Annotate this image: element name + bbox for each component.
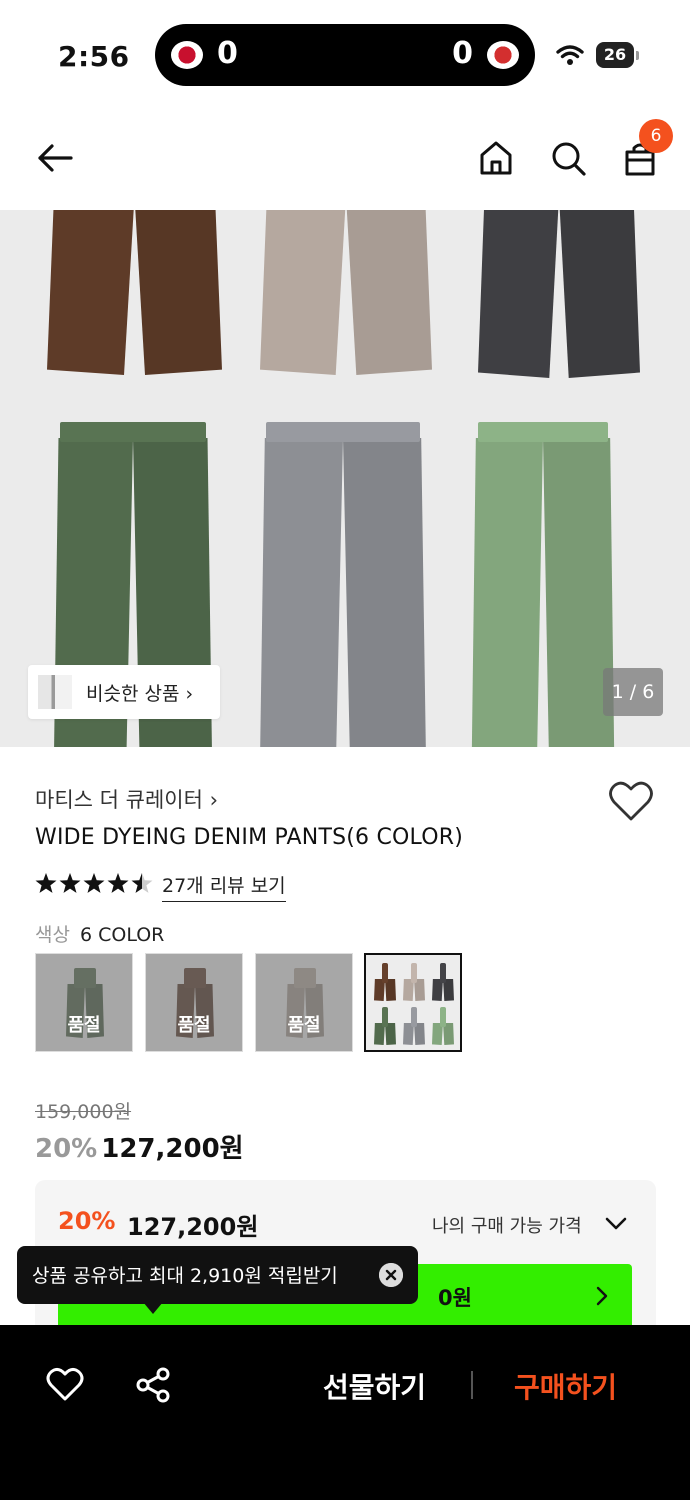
score-right: 0	[452, 36, 473, 71]
chevron-down-icon[interactable]	[603, 1210, 629, 1236]
home-icon	[480, 141, 512, 175]
share-reward-tooltip[interactable]: 상품 공유하고 최대 2,910원 적립받기	[17, 1246, 418, 1314]
brand-link[interactable]: 마티스 더 큐레이터 ›	[35, 784, 218, 814]
pants-shape	[432, 1007, 454, 1045]
wishlist-heart-icon[interactable]	[608, 780, 654, 824]
color-value: 6 COLOR	[79, 924, 165, 946]
my-price-label[interactable]: 나의 구매 가능 가격	[432, 1212, 582, 1238]
discount-percent: 20%	[35, 1134, 98, 1164]
soldout-label: 품절	[287, 1015, 321, 1036]
cart-count-badge: 6	[639, 119, 673, 153]
top-nav	[0, 118, 690, 198]
team-logo-left	[171, 41, 203, 69]
arrow-left-icon	[38, 144, 73, 172]
pants-shape	[260, 210, 432, 375]
chevron-right-icon	[596, 1286, 608, 1306]
pants-shape	[47, 210, 222, 375]
similar-thumbnail	[38, 675, 72, 709]
pants-shape	[403, 963, 425, 1001]
wifi-icon	[556, 45, 584, 65]
rating-stars-icon	[35, 873, 153, 893]
color-swatch-all[interactable]	[364, 953, 462, 1052]
status-bar: 2:56 0 0 26	[0, 0, 690, 110]
similar-products-button[interactable]: 비슷한 상품 ›	[28, 665, 220, 719]
similar-products-label: 비슷한 상품 ›	[86, 683, 194, 705]
back-button[interactable]	[33, 136, 77, 180]
product-title: WIDE DYEING DENIM PANTS(6 COLOR)	[35, 825, 463, 850]
soldout-label: 품절	[67, 1015, 101, 1036]
pants-shape	[374, 963, 396, 1001]
live-score-island[interactable]: 0 0	[155, 24, 535, 86]
my-sale-price: 127,200원	[127, 1213, 259, 1241]
status-time: 2:56	[58, 40, 130, 73]
wishlist-heart-icon[interactable]	[45, 1365, 85, 1405]
sale-price: 127,200원	[101, 1134, 244, 1164]
share-icon[interactable]	[133, 1365, 173, 1405]
tooltip-text: 상품 공유하고 최대 2,910원 적립받기	[32, 1265, 338, 1287]
star-filled	[83, 873, 105, 893]
pants-shape	[258, 422, 428, 747]
promo-text: 0원	[438, 1286, 472, 1310]
star-filled	[35, 873, 57, 893]
color-label: 색상	[35, 924, 70, 946]
bottom-divider	[471, 1371, 473, 1399]
original-price: 159,000원	[35, 1101, 132, 1123]
tooltip-close-button[interactable]	[379, 1263, 403, 1287]
soldout-label: 품절	[177, 1015, 211, 1036]
sale-price-row: 20% 127,200원	[35, 1128, 244, 1165]
team-logo-right	[487, 41, 519, 69]
gift-button[interactable]: 선물하기	[323, 1366, 426, 1406]
color-swatch-brown[interactable]: 품절	[145, 953, 243, 1052]
bottom-action-bar: 선물하기 구매하기	[0, 1325, 690, 1500]
home-button[interactable]	[474, 136, 518, 180]
color-swatch-khaki[interactable]: 품절	[35, 953, 133, 1052]
search-icon	[552, 142, 586, 176]
pants-shape	[403, 1007, 425, 1045]
buy-button[interactable]: 구매하기	[514, 1366, 617, 1406]
star-filled	[59, 873, 81, 893]
review-link[interactable]: 27개 리뷰 보기	[162, 871, 286, 902]
pants-shape	[374, 1007, 396, 1045]
search-button[interactable]	[546, 136, 590, 180]
my-discount-percent: 20%	[58, 1207, 116, 1235]
tooltip-tail	[143, 1302, 163, 1314]
close-icon	[379, 1263, 403, 1287]
battery-nub	[636, 51, 639, 60]
score-left: 0	[217, 36, 238, 71]
pants-shape	[432, 963, 454, 1001]
pants-shape	[478, 210, 640, 378]
image-page-indicator: 1 / 6	[603, 668, 663, 716]
star-filled	[107, 873, 129, 893]
battery-indicator: 26	[596, 42, 634, 68]
pants-shape	[470, 422, 616, 747]
color-option-row: 색상 6 COLOR	[35, 920, 164, 947]
color-swatch-beige[interactable]: 품절	[255, 953, 353, 1052]
